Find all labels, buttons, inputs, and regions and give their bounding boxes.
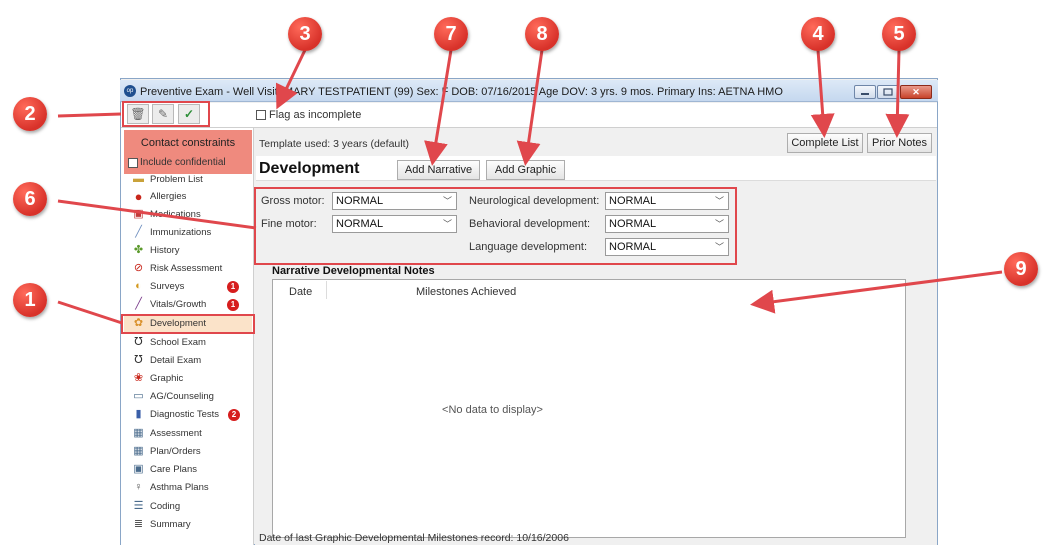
arrow-9 bbox=[750, 270, 1003, 314]
arrow-6 bbox=[57, 199, 257, 230]
arrow-1 bbox=[57, 300, 123, 325]
callout-marker-1: 1 bbox=[13, 283, 47, 317]
arrow-5 bbox=[885, 49, 910, 138]
arrow-8 bbox=[516, 49, 544, 166]
callout-marker-2: 2 bbox=[13, 97, 47, 131]
callout-marker-7: 7 bbox=[434, 17, 468, 51]
arrow-7 bbox=[424, 49, 453, 166]
callout-marker-8: 8 bbox=[525, 17, 559, 51]
arrow-4 bbox=[810, 49, 835, 138]
callout-marker-3: 3 bbox=[288, 17, 322, 51]
callout-marker-6: 6 bbox=[13, 182, 47, 216]
arrow-2 bbox=[57, 112, 122, 118]
callout-marker-9: 9 bbox=[1004, 252, 1038, 286]
callout-marker-4: 4 bbox=[801, 17, 835, 51]
callout-marker-5: 5 bbox=[882, 17, 916, 51]
arrow-3 bbox=[275, 49, 307, 110]
annotation-arrows bbox=[57, 49, 1003, 325]
